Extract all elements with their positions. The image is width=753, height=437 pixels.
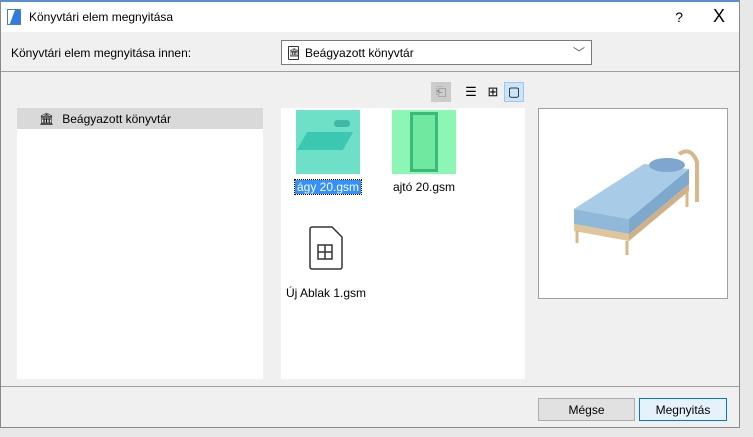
preview-view-button[interactable]: ▢ [504, 82, 524, 102]
bed-preview-image [574, 149, 699, 255]
file-name: ajtó 20.gsm [392, 180, 456, 194]
close-button[interactable]: X [713, 6, 725, 27]
file-item[interactable]: ajtó 20.gsm [379, 110, 469, 194]
preview-icon: ▢ [507, 84, 521, 99]
grid-view-button[interactable]: ⊞ [483, 82, 503, 102]
chevron-down-icon: ﹀ [572, 46, 585, 60]
file-item[interactable]: ágy 20.gsm [283, 110, 373, 195]
bed-thumbnail [296, 110, 360, 174]
file-item[interactable]: Új Ablak 1.gsm [281, 216, 371, 300]
preview-panel [538, 108, 728, 299]
title-bar: Könyvtári elem megnyitása ? X [1, 2, 739, 32]
list-icon: ☰ [465, 84, 477, 99]
library-tree: 🏛 Beágyazott könyvtár [17, 108, 263, 379]
library-icon: 🏛 [39, 111, 55, 126]
open-button[interactable]: Megnyitás [639, 398, 727, 421]
tree-item-label: Beágyazott könyvtár [62, 111, 171, 126]
divider [1, 71, 739, 72]
divider [1, 386, 739, 387]
source-dropdown[interactable]: 🏛 Beágyazott könyvtár ﹀ [281, 40, 592, 65]
help-button[interactable]: ? [675, 9, 683, 25]
file-name: ágy 20.gsm [293, 179, 363, 195]
source-label: Könyvtári elem megnyitása innen: [11, 46, 192, 60]
library-icon: 🏛 [288, 45, 299, 60]
door-thumbnail [392, 110, 456, 174]
file-name: Új Ablak 1.gsm [285, 286, 367, 300]
dialog-title: Könyvtári elem megnyitása [29, 10, 174, 24]
up-folder-button[interactable]: ⎗ [431, 82, 451, 102]
tree-item-embedded-library[interactable]: 🏛 Beágyazott könyvtár [17, 108, 263, 129]
app-logo-icon [7, 9, 21, 25]
source-value: Beágyazott könyvtár [305, 45, 414, 60]
folder-up-icon: ⎗ [435, 84, 447, 99]
cancel-button[interactable]: Mégse [538, 398, 635, 421]
open-library-part-dialog: Könyvtári elem megnyitása ? X Könyvtári … [0, 0, 740, 428]
file-list: ágy 20.gsm ajtó 20.gsm Új Ablak 1.gsm [281, 108, 525, 379]
list-view-button[interactable]: ☰ [461, 82, 481, 102]
window-file-icon [294, 216, 358, 280]
grid-icon: ⊞ [487, 84, 499, 99]
